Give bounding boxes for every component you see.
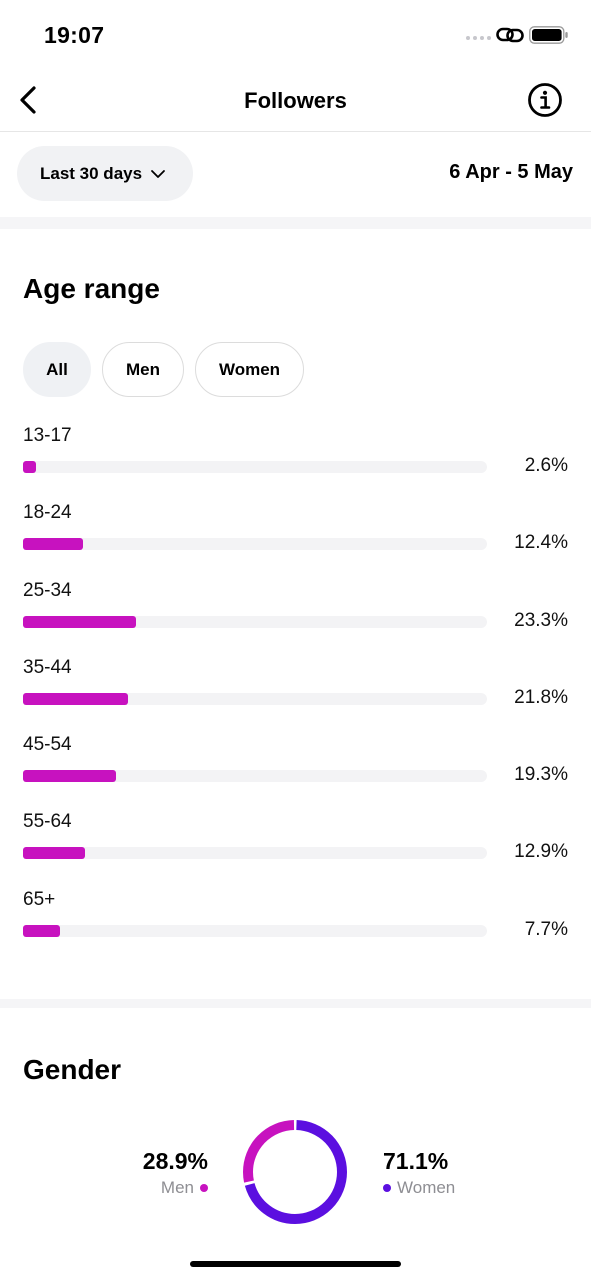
age-percentage: 12.4% (514, 532, 568, 554)
men-percentage: 28.9% (142, 1148, 208, 1174)
age-row: 65+ 7.7% (23, 888, 571, 965)
age-bar-fill (23, 615, 136, 628)
section-divider (0, 999, 591, 1008)
age-label: 25-34 (23, 579, 72, 601)
gender-men-stat: 28.9% Men (118, 1148, 208, 1198)
chip-men[interactable]: Men (102, 342, 184, 397)
filter-row: Last 30 days 6 Apr - 5 May (0, 146, 591, 202)
age-row: 13-17 2.6% (23, 424, 571, 501)
period-label: Last 30 days (40, 163, 143, 183)
women-percentage: 71.1% (383, 1148, 449, 1174)
age-bar-track (23, 692, 487, 705)
battery-icon (529, 26, 568, 44)
age-percentage: 21.8% (514, 686, 568, 708)
gender-women-stat: 71.1% Women (383, 1148, 493, 1198)
age-bar-fill (23, 770, 116, 783)
home-indicator (190, 1261, 401, 1267)
chevron-down-icon (151, 169, 165, 178)
age-label: 35-44 (23, 656, 72, 678)
age-row: 25-34 23.3% (23, 579, 571, 656)
status-bar: 19:07 (0, 0, 591, 70)
age-percentage: 12.9% (514, 841, 568, 863)
period-dropdown[interactable]: Last 30 days (17, 146, 193, 201)
gender-title: Gender (23, 1054, 122, 1085)
age-bar-fill (23, 924, 60, 937)
men-label: Men (160, 1178, 194, 1197)
status-time: 19:07 (44, 22, 105, 48)
age-bar-fill (23, 461, 36, 473)
section-divider (0, 217, 591, 229)
age-row: 35-44 21.8% (23, 656, 571, 733)
chip-all[interactable]: All (23, 342, 91, 397)
chip-women[interactable]: Women (195, 342, 304, 397)
age-bar-fill (23, 847, 85, 860)
age-bar-track (23, 770, 487, 783)
link-icon (496, 27, 524, 43)
info-icon[interactable] (527, 82, 563, 118)
men-legend-dot (200, 1184, 208, 1192)
age-label: 65+ (23, 888, 56, 910)
age-label: 13-17 (23, 425, 72, 446)
age-bar-track (23, 847, 487, 860)
age-bar-fill (23, 692, 128, 705)
age-percentage: 7.7% (524, 918, 568, 940)
women-legend-dot (383, 1184, 391, 1192)
age-percentage: 2.6% (524, 455, 568, 476)
age-row: 45-54 19.3% (23, 733, 571, 810)
age-bar-fill (23, 538, 83, 551)
age-label: 45-54 (23, 734, 72, 756)
age-percentage: 19.3% (514, 764, 568, 786)
age-row: 55-64 12.9% (23, 810, 571, 887)
age-percentage: 23.3% (514, 609, 568, 631)
women-label: Women (397, 1178, 456, 1197)
age-bar-track (23, 461, 487, 473)
age-bar-track (23, 538, 487, 551)
date-range: 6 Apr - 5 May (449, 161, 573, 183)
age-bar-track (23, 615, 487, 628)
age-bar-track (23, 924, 487, 937)
age-row: 18-24 12.4% (23, 501, 571, 578)
page-title: Followers (244, 88, 347, 113)
age-label: 55-64 (23, 811, 72, 833)
age-range-list: 13-17 2.6% 18-24 12.4% 25-34 23.3% 35-44… (23, 424, 571, 965)
age-label: 18-24 (23, 502, 72, 524)
age-range-title: Age range (23, 273, 160, 304)
signal-icon (466, 36, 491, 40)
gender-donut-chart (243, 1120, 347, 1224)
gender-filter-chips: All Men Women (23, 342, 304, 397)
header: Followers (0, 70, 591, 132)
